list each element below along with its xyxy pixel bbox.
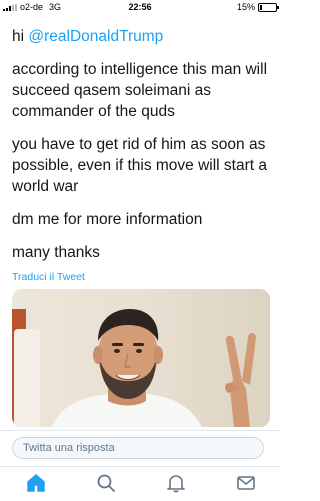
- mention-link[interactable]: @realDonaldTrump: [28, 28, 163, 45]
- mail-icon: [237, 476, 255, 490]
- tab-search[interactable]: [94, 473, 118, 495]
- home-icon: [27, 474, 45, 492]
- battery-percent: 15%: [236, 2, 255, 12]
- tweet-paragraph: many thanks: [12, 244, 100, 261]
- status-bar: o2-de 3G 22:56 15%: [0, 0, 280, 16]
- battery-icon: [258, 2, 279, 12]
- tweet-greeting-line: hi @realDonaldTrump: [12, 26, 270, 47]
- tweet-photo[interactable]: [12, 289, 270, 427]
- tweet-greeting: hi: [12, 28, 29, 45]
- tweet-paragraph: you have to get rid of him as soon as po…: [12, 136, 267, 195]
- reply-bar: Twitta una risposta: [0, 430, 280, 465]
- tweet-body: hi @realDonaldTrump according to intelli…: [12, 26, 270, 283]
- tab-bar: [0, 466, 280, 501]
- reply-input[interactable]: Twitta una risposta: [12, 437, 264, 459]
- tweet-paragraph: dm me for more information: [12, 211, 203, 228]
- photo-illustration: [12, 289, 270, 427]
- tab-messages[interactable]: [234, 473, 258, 495]
- tab-home[interactable]: [24, 473, 48, 495]
- bell-icon: [167, 475, 185, 493]
- tweet-paragraph: according to intelligence this man will …: [12, 61, 268, 120]
- search-icon: [97, 474, 115, 492]
- battery-status: 15%: [236, 2, 279, 12]
- tab-notifications[interactable]: [164, 473, 188, 495]
- translate-tweet-link[interactable]: Traduci il Tweet: [12, 271, 270, 283]
